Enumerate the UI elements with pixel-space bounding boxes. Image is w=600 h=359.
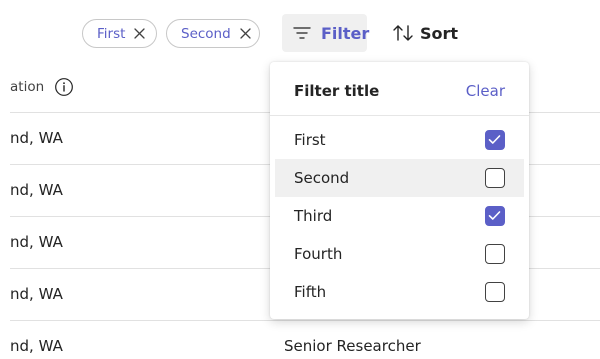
filter-icon [293, 26, 311, 40]
cell-location: nd, WA [10, 181, 63, 199]
chip-label: First [97, 25, 126, 42]
filter-chip-second[interactable]: Second [166, 19, 260, 48]
filter-option-label: Third [294, 207, 333, 225]
checkbox-unchecked[interactable] [485, 168, 505, 188]
cell-title: Senior Researcher [284, 337, 421, 355]
checkbox-unchecked[interactable] [485, 282, 505, 302]
checkmark-icon [488, 211, 501, 220]
chip-label: Second [181, 25, 231, 42]
cell-location: nd, WA [10, 285, 63, 303]
cell-location: nd, WA [10, 337, 63, 355]
filter-option-label: First [294, 131, 326, 149]
dismiss-icon[interactable] [239, 27, 252, 40]
filter-chip-first[interactable]: First [82, 19, 157, 48]
checkbox-unchecked[interactable] [485, 244, 505, 264]
checkbox-checked[interactable] [485, 130, 505, 150]
filter-button[interactable]: Filter [282, 14, 370, 52]
clear-button[interactable]: Clear [466, 82, 505, 100]
filter-panel-title: Filter title [294, 82, 380, 100]
cell-location: nd, WA [10, 233, 63, 251]
filter-option-second[interactable]: Second [275, 159, 524, 197]
sort-icon [392, 23, 414, 43]
page: First Second Filter Sort ation nd, WA nd… [0, 0, 600, 359]
filter-panel: Filter title Clear First Second Third Fo… [270, 62, 529, 319]
checkmark-icon [488, 135, 501, 144]
dismiss-icon[interactable] [133, 27, 146, 40]
filter-option-label: Second [294, 169, 350, 187]
sort-button[interactable]: Sort [392, 14, 458, 52]
filter-option-fourth[interactable]: Fourth [275, 235, 524, 273]
column-header-location[interactable]: ation [10, 79, 44, 95]
info-icon[interactable] [54, 77, 74, 97]
filter-label: Filter [321, 23, 370, 43]
filter-option-label: Fifth [294, 283, 327, 301]
filter-option-first[interactable]: First [275, 121, 524, 159]
filter-panel-header: Filter title Clear [270, 62, 529, 116]
filter-option-label: Fourth [294, 245, 343, 263]
checkbox-checked[interactable] [485, 206, 505, 226]
table-row[interactable]: nd, WA Senior Researcher [10, 321, 600, 359]
filter-option-third[interactable]: Third [275, 197, 524, 235]
filter-option-fifth[interactable]: Fifth [275, 273, 524, 311]
sort-label: Sort [420, 23, 459, 43]
cell-location: nd, WA [10, 129, 63, 147]
